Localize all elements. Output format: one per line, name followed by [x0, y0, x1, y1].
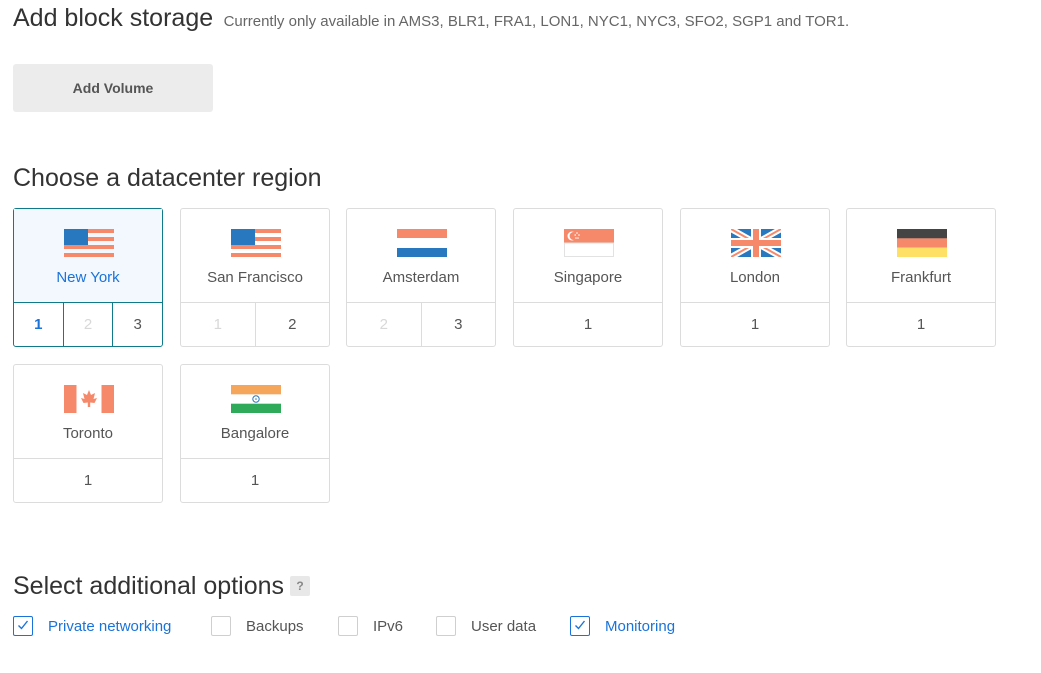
region-name: San Francisco: [207, 269, 303, 286]
option-label: Private networking: [48, 617, 172, 635]
option-backups[interactable]: Backups: [211, 616, 304, 636]
datacenter-option[interactable]: 1: [181, 459, 329, 502]
datacenter-number-row: 1: [847, 303, 995, 346]
region-name: London: [729, 269, 781, 286]
canada-flag-icon: [64, 385, 114, 413]
datacenter-number-row: 1: [681, 303, 829, 346]
option-label: IPv6: [373, 617, 404, 635]
region-section-title: Choose a datacenter region: [13, 164, 322, 192]
private-networking-checkbox[interactable]: [13, 616, 33, 636]
germany-flag-icon: [897, 229, 947, 257]
datacenter-option[interactable]: 1: [847, 303, 995, 346]
region-card-new-york[interactable]: New York 1 2 3: [13, 208, 163, 347]
checkmark-icon: [575, 620, 586, 630]
datacenter-option[interactable]: 1: [14, 459, 162, 502]
block-storage-availability-note: Currently only available in AMS3, BLR1, …: [223, 13, 850, 30]
datacenter-number-row: 1 2: [181, 303, 329, 346]
region-card-frankfurt[interactable]: Frankfurt 1: [846, 208, 996, 347]
singapore-flag-icon: [564, 229, 614, 257]
options-section-title: Select additional options?: [13, 572, 311, 601]
block-storage-heading: Add block storage Currently only availab…: [13, 4, 849, 33]
monitoring-checkbox[interactable]: [570, 616, 590, 636]
region-card-header[interactable]: New York: [14, 209, 162, 303]
region-card-header[interactable]: San Francisco: [181, 209, 329, 303]
datacenter-option: 1: [181, 303, 256, 346]
region-name: Amsterdam: [382, 269, 460, 286]
datacenter-number-row: 1: [14, 459, 162, 502]
region-card-london[interactable]: London 1: [680, 208, 830, 347]
region-card-header[interactable]: Singapore: [514, 209, 662, 303]
region-card-header[interactable]: Bangalore: [181, 365, 329, 459]
datacenter-option[interactable]: 3: [422, 303, 496, 346]
region-card-san-francisco[interactable]: San Francisco 1 2: [180, 208, 330, 347]
user-data-checkbox[interactable]: [436, 616, 456, 636]
datacenter-option: 2: [347, 303, 422, 346]
datacenter-number-row: 1: [514, 303, 662, 346]
option-label: Backups: [246, 617, 304, 635]
datacenter-option[interactable]: 1: [681, 303, 829, 346]
region-card-header[interactable]: London: [681, 209, 829, 303]
datacenter-number-row: 2 3: [347, 303, 495, 346]
india-flag-icon: [231, 385, 281, 413]
region-card-amsterdam[interactable]: Amsterdam 2 3: [346, 208, 496, 347]
datacenter-option[interactable]: 1: [14, 303, 64, 346]
region-name: Frankfurt: [890, 269, 951, 286]
datacenter-option[interactable]: 3: [113, 303, 162, 346]
block-storage-title: Add block storage: [13, 4, 214, 32]
option-label: Monitoring: [605, 617, 676, 635]
datacenter-option: 2: [64, 303, 114, 346]
region-name: Toronto: [62, 425, 114, 442]
us-flag-icon: [64, 229, 114, 257]
region-name: Bangalore: [220, 425, 290, 442]
checkmark-icon: [18, 620, 29, 630]
options-section-title-text: Select additional options: [13, 572, 285, 600]
option-label: User data: [471, 617, 537, 635]
netherlands-flag-icon: [397, 229, 447, 257]
region-card-bangalore[interactable]: Bangalore 1: [180, 364, 330, 503]
option-monitoring[interactable]: Monitoring: [570, 616, 675, 636]
region-name: Singapore: [553, 269, 623, 286]
datacenter-option[interactable]: 1: [514, 303, 662, 346]
region-card-header[interactable]: Toronto: [14, 365, 162, 459]
region-name: New York: [56, 269, 120, 286]
option-user-data[interactable]: User data: [436, 616, 536, 636]
region-card-singapore[interactable]: Singapore 1: [513, 208, 663, 347]
option-ipv6[interactable]: IPv6: [338, 616, 403, 636]
backups-checkbox[interactable]: [211, 616, 231, 636]
option-private-networking[interactable]: Private networking: [13, 616, 171, 636]
region-card-toronto[interactable]: Toronto 1: [13, 364, 163, 503]
add-volume-button[interactable]: Add Volume: [13, 64, 213, 112]
us-flag-icon: [231, 229, 281, 257]
region-card-header[interactable]: Frankfurt: [847, 209, 995, 303]
uk-flag-icon: [731, 229, 781, 257]
region-card-header[interactable]: Amsterdam: [347, 209, 495, 303]
datacenter-number-row: 1 2 3: [14, 303, 162, 346]
ipv6-checkbox[interactable]: [338, 616, 358, 636]
help-icon[interactable]: ?: [290, 576, 311, 596]
datacenter-option[interactable]: 2: [256, 303, 330, 346]
datacenter-number-row: 1: [181, 459, 329, 502]
